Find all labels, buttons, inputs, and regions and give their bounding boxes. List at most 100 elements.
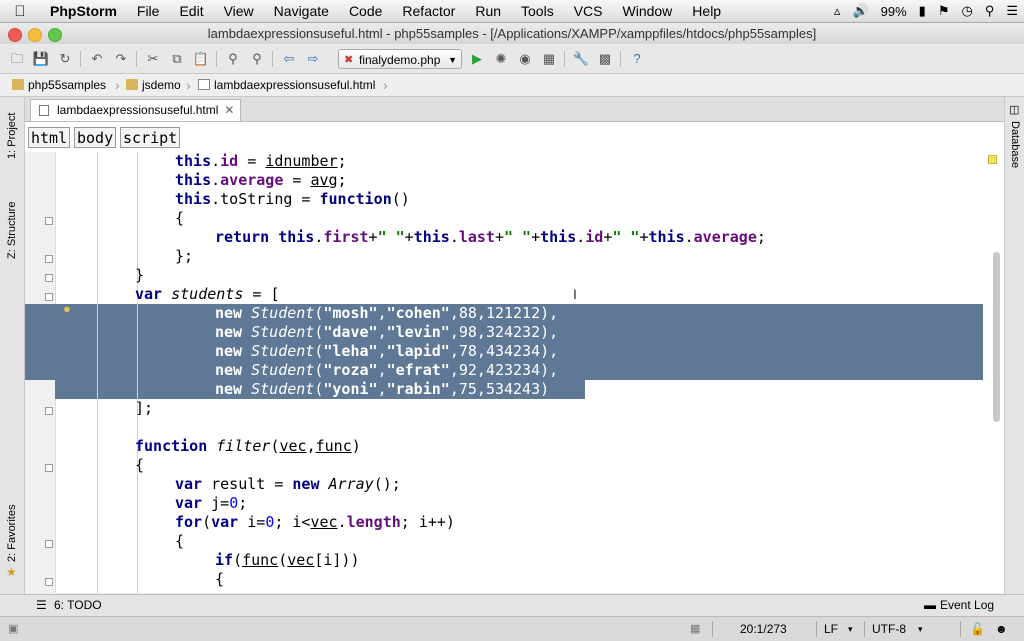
vertical-scrollbar[interactable] (993, 252, 1000, 422)
forward-icon[interactable]: ⇨ (304, 50, 322, 68)
menu-vcs[interactable]: VCS (564, 0, 613, 22)
code-line-selected: new Student("mosh","cohen",88,121212), (215, 304, 559, 322)
chevron-down-icon: ▼ (448, 55, 457, 65)
run-configuration-label: finalydemo.php (359, 53, 441, 67)
battery-percent[interactable]: 99% (875, 4, 913, 19)
menu-edit[interactable]: Edit (169, 0, 213, 22)
list-icon[interactable]: ☰ (1000, 3, 1024, 19)
bottom-tool-bar: ☰ 6: TODO ▬ Event Log (0, 594, 1024, 617)
menu-tools[interactable]: Tools (511, 0, 564, 22)
menu-window[interactable]: Window (613, 0, 683, 22)
cut-icon[interactable]: ✂ (144, 50, 162, 68)
tag-script[interactable]: script (120, 127, 181, 148)
code-line: { (215, 570, 225, 588)
code-line-selected: new Student("roza","efrat",92,423234), (215, 361, 559, 379)
save-icon[interactable]: 💾 (32, 50, 50, 68)
chevron-down-icon: ▾ (848, 624, 853, 634)
bulb-icon[interactable]: ● (63, 301, 71, 316)
event-log-button[interactable]: Event Log (940, 598, 994, 612)
help-icon[interactable]: ? (628, 50, 646, 68)
copy-icon[interactable]: ⧉ (168, 50, 186, 68)
code-line: function filter(vec,func) (135, 437, 361, 455)
menu-help[interactable]: Help (682, 0, 731, 22)
paste-icon[interactable]: 📋 (192, 50, 210, 68)
sync-icon[interactable]: ↻ (56, 50, 74, 68)
back-icon[interactable]: ⇦ (280, 50, 298, 68)
left-tool-strip: 1: Project Z: Structure 2: Favorites ★ (0, 97, 25, 594)
clock-icon[interactable]: ◷ (955, 3, 978, 19)
star-icon: ★ (6, 565, 17, 579)
breadcrumb-label: jsdemo (142, 78, 181, 92)
battery-icon[interactable]: ▮ (913, 3, 932, 19)
favorites-tool-button[interactable]: 2: Favorites (6, 505, 18, 562)
menu-app-name[interactable]: PhpStorm (40, 0, 127, 22)
tag-html[interactable]: html (28, 127, 71, 148)
inspection-marker[interactable] (988, 155, 997, 164)
right-tool-strip: ◫ Database (1004, 97, 1024, 594)
tag-body[interactable]: body (74, 127, 117, 148)
apple-icon[interactable]:  (0, 3, 40, 20)
code-line: }; (175, 247, 194, 265)
menu-view[interactable]: View (214, 0, 264, 22)
selection-gutter-highlight (25, 304, 55, 380)
tab-lambdaexpressionsuseful[interactable]: lambdaexpressionsuseful.html ✕ (30, 99, 242, 121)
code-line-selected: new Student("yoni","rabin",75,534243) (215, 380, 550, 398)
menu-run[interactable]: Run (465, 0, 511, 22)
breadcrumb-file[interactable]: lambdaexpressionsuseful.html (196, 74, 375, 96)
breadcrumb-project[interactable]: php55samples (10, 74, 106, 96)
code-editor[interactable]: ● this.id = idnumber; this.average = avg… (25, 152, 1004, 593)
menu-file[interactable]: File (127, 0, 170, 22)
inspector-icon[interactable]: ☻ (995, 617, 1008, 641)
todo-tool-button[interactable]: 6: TODO (54, 598, 102, 612)
minimize-window-button[interactable] (28, 28, 42, 42)
run-configuration-select[interactable]: ✖ finalydemo.php ▼ (338, 49, 462, 69)
run-icon[interactable]: ▶ (468, 50, 486, 68)
redo-icon[interactable]: ↷ (112, 50, 130, 68)
close-icon[interactable]: ✕ (224, 100, 234, 120)
chevron-down-icon: ▾ (918, 624, 923, 634)
lock-icon[interactable]: 🔓 (970, 617, 985, 641)
find-icon[interactable]: ⚲ (224, 50, 242, 68)
menu-code[interactable]: Code (339, 0, 392, 22)
replace-icon[interactable]: ⚲ (248, 50, 266, 68)
file-encoding[interactable]: UTF-8 (872, 617, 906, 641)
todo-icon: ☰ (36, 598, 47, 612)
attach-icon[interactable]: ▦ (540, 50, 558, 68)
editor-tabs: lambdaexpressionsuseful.html ✕ (25, 97, 1004, 122)
project-structure-icon[interactable]: ▩ (596, 50, 614, 68)
breadcrumb-folder[interactable]: jsdemo (124, 74, 181, 96)
debug-icon[interactable]: ✺ (492, 50, 510, 68)
caret-position[interactable]: 20:1/273 (740, 617, 787, 641)
line-separator[interactable]: LF (824, 617, 838, 641)
project-tool-button[interactable]: 1: Project (6, 113, 18, 159)
chevron-right-icon: › (383, 77, 388, 93)
wifi-icon[interactable]: ▵ (828, 3, 847, 19)
menu-navigate[interactable]: Navigate (264, 0, 339, 22)
undo-icon[interactable]: ↶ (88, 50, 106, 68)
menu-refactor[interactable]: Refactor (392, 0, 465, 22)
open-icon[interactable]: 🗀 (8, 50, 26, 68)
settings-icon[interactable]: 🔧 (572, 50, 590, 68)
fold-marker[interactable] (45, 217, 53, 225)
code-line: return this.first+" "+this.last+" "+this… (215, 228, 766, 246)
database-tool-button[interactable]: Database (1009, 121, 1021, 168)
coverage-icon[interactable]: ◉ (516, 50, 534, 68)
fold-marker[interactable] (45, 578, 53, 586)
search-icon[interactable]: ⚲ (979, 3, 1001, 19)
fold-marker[interactable] (45, 255, 53, 263)
volume-icon[interactable]: 🔊 (846, 3, 874, 19)
error-icon: ✖ (344, 54, 354, 66)
html-file-icon (198, 79, 210, 90)
close-window-button[interactable] (8, 28, 22, 42)
maximize-window-button[interactable] (48, 28, 62, 42)
structure-tool-button[interactable]: Z: Structure (6, 202, 18, 259)
fold-marker[interactable] (45, 407, 53, 415)
flag-icon[interactable]: ⚑ (932, 3, 956, 19)
fold-marker[interactable] (45, 293, 53, 301)
status-indicator-icon[interactable]: ▣ (8, 617, 18, 641)
memory-icon: ▦ (690, 623, 701, 635)
fold-marker[interactable] (45, 540, 53, 548)
chevron-right-icon: › (115, 77, 120, 93)
fold-marker[interactable] (45, 274, 53, 282)
fold-marker[interactable] (45, 464, 53, 472)
